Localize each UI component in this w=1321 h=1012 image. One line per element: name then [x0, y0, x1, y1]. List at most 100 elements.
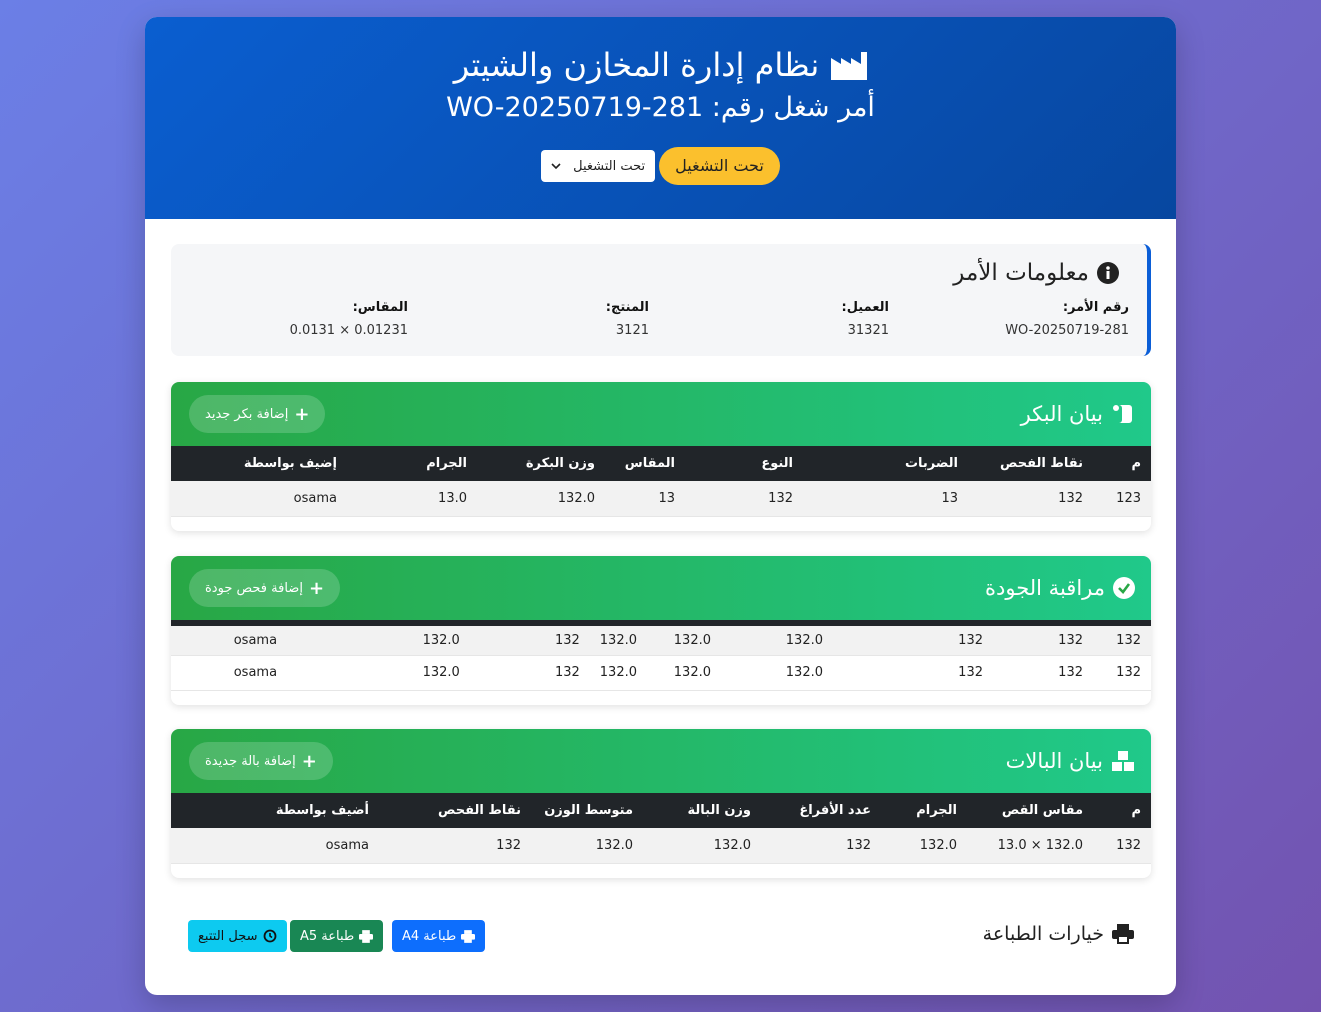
quality-table: 132 132 132 132.0 132.0 132.0 132 132.0 … — [171, 626, 1151, 691]
print-options: خيارات الطباعة طباعة A4 طباعة A5 سجل الت… — [145, 917, 1176, 957]
table-cell: 132.0 — [647, 626, 721, 656]
add-roll-button[interactable]: + إضافة بكر جديد — [189, 395, 326, 433]
pallets-header: بيان البالات + إضافة بالة جديدة — [171, 729, 1151, 793]
factory-icon — [831, 50, 868, 80]
table-cell: 132 — [833, 626, 993, 656]
quality-title: مراقبة الجودة — [985, 576, 1105, 600]
table-cell: 132 — [761, 828, 881, 864]
column-header: الجرام — [347, 446, 477, 481]
pallets-title: بيان البالات — [1005, 749, 1103, 773]
table-cell: 132 — [993, 655, 1093, 691]
field-value: WO-20250719-281 — [1005, 323, 1129, 338]
field-label: رقم الأمر: — [1062, 300, 1129, 315]
check-circle-icon — [1113, 577, 1135, 599]
page-title: نظام إدارة المخازن والشيتر — [453, 46, 820, 84]
table-cell: 132 — [469, 626, 590, 656]
tracking-log-button[interactable]: سجل التتبع — [188, 920, 287, 952]
rolls-heading: بيان البكر — [1021, 382, 1135, 446]
table-cell: 132.0 × 13.0 — [967, 828, 1093, 864]
table-header-row: م نقاط الفحص الضربات النوع المقاس وزن ال… — [171, 446, 1151, 481]
table-cell: 132.0 — [881, 828, 967, 864]
column-header: وزن البكرة — [477, 446, 605, 481]
order-info-heading: معلومات الأمر — [953, 260, 1119, 286]
add-quality-label: إضافة فحص جودة — [205, 580, 303, 596]
page-header: نظام إدارة المخازن والشيتر أمر شغل رقم: … — [145, 17, 1176, 219]
table-cell: 132.0 — [721, 626, 833, 656]
boxes-icon — [1111, 750, 1135, 772]
column-header: الضربات — [803, 446, 968, 481]
history-icon — [263, 929, 277, 943]
title-row: نظام إدارة المخازن والشيتر — [145, 45, 1176, 85]
status-select-value: تحت التشغيل — [573, 158, 646, 174]
tracking-log-label: سجل التتبع — [198, 928, 258, 944]
column-header: متوسط الوزن — [531, 793, 643, 828]
plus-icon: + — [294, 403, 310, 425]
table-cell: 132.0 — [339, 655, 470, 691]
print-a4-button[interactable]: طباعة A4 — [392, 920, 486, 952]
printer-icon — [461, 929, 476, 943]
plus-icon: + — [301, 750, 317, 772]
table-cell: 132 — [1093, 655, 1151, 691]
column-header: الجرام — [881, 793, 967, 828]
printer-icon — [359, 929, 374, 943]
order-field-size: المقاس: 0.01231 × 0.0131 — [290, 300, 408, 338]
table-cell: 13.0 — [347, 481, 477, 517]
field-value: 0.01231 × 0.0131 — [289, 323, 408, 338]
status-row: تحت التشغيل تحت التشغيل — [145, 147, 1176, 185]
add-pallet-button[interactable]: + إضافة بالة جديدة — [189, 742, 333, 780]
table-cell: 132.0 — [643, 828, 761, 864]
order-info-title: معلومات الأمر — [953, 260, 1089, 286]
print-a4-label: طباعة A4 — [402, 928, 457, 944]
table-cell: 132.0 — [721, 655, 833, 691]
column-header: النوع — [685, 446, 803, 481]
table-cell: 132.0 — [589, 655, 647, 691]
column-header: المقاس — [605, 446, 685, 481]
print-a5-button[interactable]: طباعة A5 — [290, 920, 384, 952]
quality-header: مراقبة الجودة + إضافة فحص جودة — [171, 556, 1151, 620]
add-quality-check-button[interactable]: + إضافة فحص جودة — [189, 569, 341, 607]
table-cell: 132.0 — [589, 626, 647, 656]
field-label: المقاس: — [352, 300, 408, 315]
pallets-table: م مقاس القص الجرام عدد الأفراغ وزن البال… — [171, 793, 1151, 864]
table-row: 132 132.0 × 13.0 132.0 132 132.0 132.0 1… — [171, 828, 1151, 864]
table-cell: 132.0 — [477, 481, 605, 517]
field-label: العميل: — [841, 300, 890, 315]
table-cell: osama — [171, 655, 340, 691]
table-cell: 132.0 — [531, 828, 643, 864]
rolls-title: بيان البكر — [1020, 402, 1103, 426]
column-header: إضيف بواسطة — [171, 446, 347, 481]
field-value: 3121 — [615, 323, 649, 338]
table-cell: 132 — [379, 828, 531, 864]
table-cell: osama — [171, 828, 379, 864]
work-order-number: أمر شغل رقم: WO-20250719-281 — [446, 92, 875, 123]
main-card: نظام إدارة المخازن والشيتر أمر شغل رقم: … — [145, 17, 1176, 995]
table-row: 132 132 132 132.0 132.0 132.0 132 132.0 … — [171, 655, 1151, 691]
table-cell: 132.0 — [339, 626, 470, 656]
quality-heading: مراقبة الجودة — [985, 556, 1135, 620]
field-value: 31321 — [847, 323, 889, 338]
info-icon — [1097, 262, 1119, 284]
pallets-heading: بيان البالات — [1006, 729, 1135, 793]
print-options-heading: خيارات الطباعة — [983, 917, 1134, 951]
column-header: نقاط الفحص — [379, 793, 531, 828]
plus-icon: + — [308, 577, 325, 599]
column-header: مقاس القص — [967, 793, 1093, 828]
order-info-panel: معلومات الأمر رقم الأمر: WO-20250719-281… — [171, 244, 1151, 356]
section-footer — [171, 517, 1151, 531]
table-row: 132 132 132 132.0 132.0 132.0 132 132.0 … — [171, 626, 1151, 656]
add-roll-label: إضافة بكر جديد — [205, 406, 289, 422]
table-cell: osama — [171, 481, 347, 517]
print-options-title: خيارات الطباعة — [982, 923, 1104, 945]
table-cell: 132.0 — [647, 655, 721, 691]
table-row: 123 132 13 132 13 132.0 13.0 osama — [171, 481, 1151, 517]
column-header: عدد الأفراغ — [761, 793, 881, 828]
print-a5-label: طباعة A5 — [300, 928, 355, 944]
table-cell: 123 — [1093, 481, 1151, 517]
table-cell: 132 — [1093, 828, 1151, 864]
column-header: م — [1093, 793, 1151, 828]
rolls-table: م نقاط الفحص الضربات النوع المقاس وزن ال… — [171, 446, 1151, 517]
column-header: نقاط الفحص — [968, 446, 1093, 481]
table-cell: 132 — [685, 481, 803, 517]
status-select[interactable]: تحت التشغيل — [541, 150, 656, 182]
quality-section: مراقبة الجودة + إضافة فحص جودة 132 132 1… — [171, 556, 1151, 705]
